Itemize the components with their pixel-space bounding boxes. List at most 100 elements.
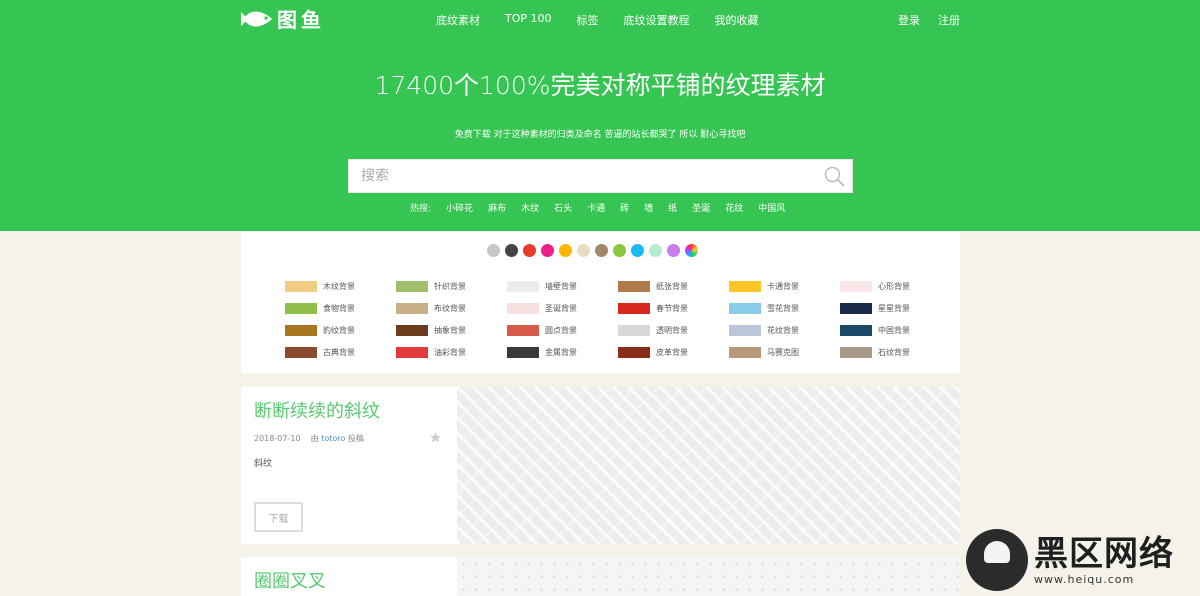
category-item[interactable]: 雪花背景: [729, 301, 840, 315]
hot-search: 热搜: 小碎花 麻布 木纹 石头 卡通 砖 墙 纸 圣诞 花纹 中国风: [410, 201, 785, 214]
category-thumbnail: [618, 302, 650, 314]
category-item[interactable]: 圣诞背景: [507, 301, 618, 315]
category-label: 透明背景: [656, 325, 688, 335]
card-meta: 2018-07-10 由 totoro 投稿: [254, 433, 364, 444]
category-item[interactable]: 花纹背景: [729, 323, 840, 337]
category-item[interactable]: 食物背景: [285, 301, 396, 315]
category-thumbnail: [729, 346, 761, 358]
category-label: 食物背景: [323, 303, 355, 313]
category-label: 圆点背景: [545, 325, 577, 335]
color-swatch-button[interactable]: [505, 244, 518, 257]
author-link[interactable]: totoro: [321, 434, 345, 443]
category-thumbnail: [840, 324, 872, 336]
category-label: 马赛克图: [767, 347, 799, 357]
category-label: 针织背景: [434, 281, 466, 291]
category-thumbnail: [840, 302, 872, 314]
hot-tag[interactable]: 砖: [620, 201, 629, 214]
category-item[interactable]: 古典背景: [285, 345, 396, 359]
hot-tag[interactable]: 卡通: [587, 201, 605, 214]
category-label: 花纹背景: [767, 325, 799, 335]
category-label: 豹纹背景: [323, 325, 355, 335]
nav-item-favorites[interactable]: 我的收藏: [715, 12, 759, 28]
category-label: 中国背景: [878, 325, 910, 335]
download-button[interactable]: 下载: [254, 502, 303, 532]
watermark: 黑区网络 www.heiqu.com: [966, 529, 1174, 591]
hot-tag[interactable]: 墙: [644, 201, 653, 214]
category-label: 墙壁背景: [545, 281, 577, 291]
category-label: 皮革背景: [656, 347, 688, 357]
nav-item-tags[interactable]: 标签: [577, 12, 599, 28]
category-thumbnail: [840, 346, 872, 358]
logo-text: 图鱼: [277, 8, 325, 32]
register-link[interactable]: 注册: [938, 12, 960, 28]
category-item[interactable]: 马赛克图: [729, 345, 840, 359]
texture-preview[interactable]: [457, 557, 960, 596]
category-item[interactable]: 油彩背景: [396, 345, 507, 359]
category-thumbnail: [396, 302, 428, 314]
post-date: 2018-07-10: [254, 434, 301, 443]
nav-item-textures[interactable]: 底纹素材: [436, 12, 480, 28]
category-item[interactable]: 木纹背景: [285, 279, 396, 293]
color-swatch-button[interactable]: [541, 244, 554, 257]
category-item[interactable]: 石纹背景: [840, 345, 951, 359]
hot-tag[interactable]: 小碎花: [446, 201, 473, 214]
hot-tag[interactable]: 麻布: [488, 201, 506, 214]
category-item[interactable]: 豹纹背景: [285, 323, 396, 337]
watermark-url: www.heiqu.com: [1034, 572, 1135, 586]
category-thumbnail: [507, 346, 539, 358]
hot-tag[interactable]: 木纹: [521, 201, 539, 214]
category-item[interactable]: 中国背景: [840, 323, 951, 337]
card-title[interactable]: 断断续续的斜纹: [254, 397, 380, 423]
star-icon[interactable]: [429, 431, 442, 444]
category-item[interactable]: 星星背景: [840, 301, 951, 315]
color-swatch-button[interactable]: [523, 244, 536, 257]
category-item[interactable]: 圆点背景: [507, 323, 618, 337]
category-item[interactable]: 心形背景: [840, 279, 951, 293]
category-item[interactable]: 透明背景: [618, 323, 729, 337]
category-item[interactable]: 纸张背景: [618, 279, 729, 293]
hot-tag[interactable]: 圣诞: [692, 201, 710, 214]
category-thumbnail: [729, 280, 761, 292]
card-info: 断断续续的斜纹 2018-07-10 由 totoro 投稿 斜纹 下载: [241, 387, 457, 544]
category-label: 星星背景: [878, 303, 910, 313]
search-icon[interactable]: [824, 166, 845, 187]
category-thumbnail: [285, 324, 317, 336]
hot-tag[interactable]: 花纹: [725, 201, 743, 214]
category-label: 心形背景: [878, 281, 910, 291]
color-swatch-button[interactable]: [649, 244, 662, 257]
color-swatch-button[interactable]: [559, 244, 572, 257]
category-item[interactable]: 布纹背景: [396, 301, 507, 315]
watermark-text: 黑区网络 www.heiqu.com: [1034, 535, 1174, 586]
login-link[interactable]: 登录: [898, 12, 920, 28]
category-thumbnail: [618, 280, 650, 292]
color-swatch-button[interactable]: [577, 244, 590, 257]
card-title[interactable]: 圈圈叉叉: [254, 567, 326, 593]
category-item[interactable]: 针织背景: [396, 279, 507, 293]
category-item[interactable]: 春节背景: [618, 301, 729, 315]
category-item[interactable]: 金属背景: [507, 345, 618, 359]
category-thumbnail: [840, 280, 872, 292]
category-item[interactable]: 卡通背景: [729, 279, 840, 293]
site-logo[interactable]: 图鱼: [241, 4, 325, 33]
watermark-logo-icon: [966, 529, 1028, 591]
color-swatch-button[interactable]: [685, 244, 698, 257]
hot-tag[interactable]: 石头: [554, 201, 572, 214]
nav-item-top100[interactable]: TOP 100: [505, 12, 552, 28]
category-grid: 木纹背景 针织背景 墙壁背景 纸张背景 卡通背景 心形背景食物背景 布纹背景 圣诞背景 春节背景…: [285, 279, 951, 359]
category-label: 金属背景: [545, 347, 577, 357]
color-swatch-button[interactable]: [667, 244, 680, 257]
color-swatch-button[interactable]: [613, 244, 626, 257]
hot-search-label: 热搜:: [410, 204, 432, 214]
category-item[interactable]: 抽象背景: [396, 323, 507, 337]
category-label: 木纹背景: [323, 281, 355, 291]
nav-item-tutorial[interactable]: 底纹设置教程: [624, 12, 690, 28]
search-input[interactable]: [349, 160, 809, 192]
hot-tag[interactable]: 中国风: [758, 201, 785, 214]
hot-tag[interactable]: 纸: [668, 201, 677, 214]
category-item[interactable]: 墙壁背景: [507, 279, 618, 293]
texture-preview[interactable]: [457, 387, 960, 544]
color-swatch-button[interactable]: [631, 244, 644, 257]
category-item[interactable]: 皮革背景: [618, 345, 729, 359]
color-swatch-button[interactable]: [487, 244, 500, 257]
color-swatch-button[interactable]: [595, 244, 608, 257]
